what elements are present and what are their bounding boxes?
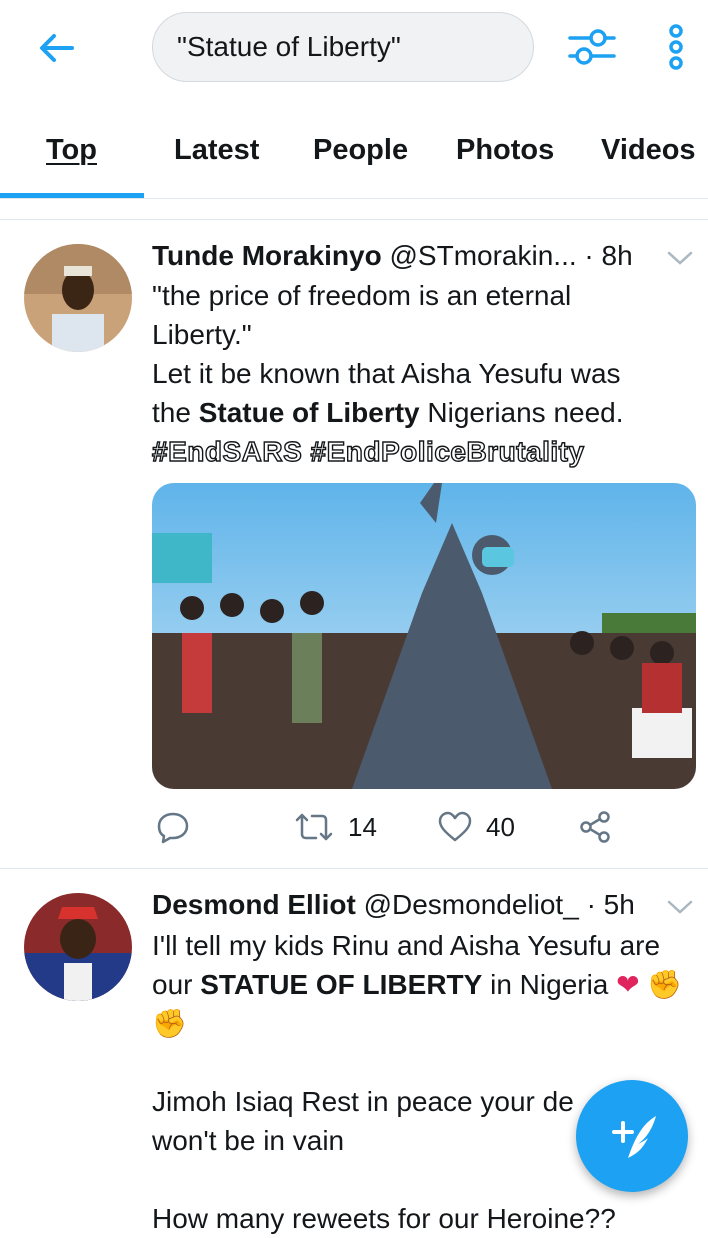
avatar[interactable] bbox=[24, 893, 132, 1001]
tab-videos[interactable]: Videos bbox=[601, 134, 696, 167]
raised-fist-emoji-icon: ✊ bbox=[647, 969, 683, 1000]
tweet-text: "the price of freedom is an eternal Libe… bbox=[151, 276, 692, 471]
like-button[interactable]: 40 bbox=[438, 810, 515, 844]
tweet-header: Desmond Elliot @Desmondeliot_ · 5h bbox=[152, 889, 635, 921]
highlight: Statue of Liberty bbox=[198, 397, 420, 428]
tweet-line: I'll tell my kids Rinu and Aisha Yesufu … bbox=[152, 930, 661, 961]
share-icon bbox=[580, 811, 610, 843]
tweet[interactable]: Tunde Morakinyo @STmorakin... · 8h "the … bbox=[0, 220, 708, 868]
avatar[interactable] bbox=[24, 244, 132, 352]
reply-button[interactable] bbox=[156, 810, 204, 844]
filter-icon[interactable] bbox=[566, 24, 618, 70]
tweet-line: Let it be known that Aisha Yesufu was bbox=[152, 358, 621, 389]
tweet-photo[interactable] bbox=[152, 483, 696, 789]
highlight: STATUE OF LIBERTY bbox=[200, 969, 483, 1000]
username[interactable]: @STmorakin... bbox=[390, 240, 577, 271]
tweet-line: our STATUE OF LIBERTY in Nigeria ❤ ✊ bbox=[152, 969, 683, 1000]
tab-top[interactable]: Top bbox=[46, 134, 97, 167]
more-vertical-icon[interactable] bbox=[662, 24, 690, 70]
top-bar: "Statue of Liberty" bbox=[0, 0, 708, 100]
tweet-header: Tunde Morakinyo @STmorakin... · 8h bbox=[152, 240, 633, 272]
like-count: 40 bbox=[486, 811, 515, 842]
raised-fist-emoji-icon: ✊ bbox=[152, 1008, 187, 1039]
back-arrow-icon[interactable] bbox=[34, 26, 78, 70]
display-name[interactable]: Desmond Elliot bbox=[152, 889, 356, 920]
tab-photos[interactable]: Photos bbox=[456, 134, 554, 167]
retweet-count: 14 bbox=[348, 811, 377, 842]
tweet-line: How many reweets for our Heroine?? bbox=[152, 1203, 616, 1234]
avatar-image bbox=[24, 893, 132, 1001]
timestamp: · 5h bbox=[586, 889, 635, 920]
retweet-icon bbox=[295, 813, 333, 841]
active-tab-indicator bbox=[0, 193, 144, 198]
protest-photo bbox=[152, 483, 696, 789]
tweet-line: ✊ bbox=[152, 1004, 692, 1043]
display-name[interactable]: Tunde Morakinyo bbox=[152, 240, 382, 271]
tweet-actions: 14 40 bbox=[152, 810, 696, 850]
timestamp: · 8h bbox=[584, 240, 633, 271]
tweet-line: Liberty." bbox=[152, 319, 252, 350]
retweet-button[interactable]: 14 bbox=[294, 810, 377, 844]
like-icon bbox=[438, 811, 472, 842]
chevron-down-icon[interactable] bbox=[666, 248, 694, 268]
compose-tweet-icon bbox=[612, 1116, 656, 1158]
tweet-line: "the price of freedom is an eternal bbox=[152, 280, 572, 311]
search-input[interactable]: "Statue of Liberty" bbox=[152, 12, 534, 82]
reply-icon bbox=[157, 812, 189, 844]
share-button[interactable] bbox=[578, 810, 612, 844]
tweet-line: the Statue of Liberty Nigerians need. bbox=[152, 397, 624, 428]
tab-people[interactable]: People bbox=[313, 134, 408, 167]
avatar-image bbox=[24, 244, 132, 352]
tab-latest[interactable]: Latest bbox=[174, 134, 259, 167]
search-tabs: Top Latest People Photos Videos bbox=[0, 100, 708, 199]
username[interactable]: @Desmondeliot_ bbox=[364, 889, 579, 920]
compose-tweet-button[interactable] bbox=[576, 1080, 688, 1192]
search-query: "Statue of Liberty" bbox=[177, 31, 401, 62]
chevron-down-icon[interactable] bbox=[666, 897, 694, 917]
heart-emoji-icon: ❤ bbox=[616, 969, 640, 1000]
hashtags[interactable]: #EndSARS #EndPoliceBrutality bbox=[151, 432, 692, 471]
